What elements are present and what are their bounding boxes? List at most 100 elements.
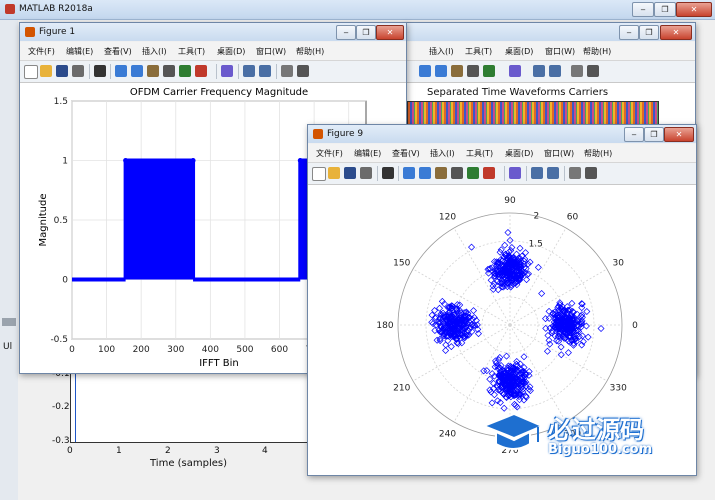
menu-desktop[interactable]: 桌面(D): [217, 46, 245, 57]
bg-figure-titlebar: ‒ ❐ ✕: [405, 23, 695, 41]
main-maximize-button[interactable]: ❐: [654, 2, 676, 17]
menu-window[interactable]: 窗口(W): [544, 148, 574, 159]
colorbar-icon[interactable]: [243, 65, 255, 77]
fig1-maximize-button[interactable]: ❐: [356, 25, 376, 40]
menu-insert[interactable]: 插入(I): [430, 148, 455, 159]
bg-ytick: -0.3: [52, 436, 70, 446]
zoom-in-icon[interactable]: [419, 65, 431, 77]
hide-tools-icon[interactable]: [281, 65, 293, 77]
brush-icon[interactable]: [483, 167, 495, 179]
toolbar-separator: [564, 166, 565, 181]
pan-icon[interactable]: [451, 65, 463, 77]
menu-file[interactable]: 文件(F): [28, 46, 55, 57]
main-window-title: MATLAB R2018a: [19, 4, 93, 14]
y-tick-label: 0.5: [54, 216, 68, 226]
legend-icon[interactable]: [259, 65, 271, 77]
new-figure-icon[interactable]: [24, 65, 38, 79]
menu-window[interactable]: 窗口(W): [256, 46, 286, 57]
bg-xlabel: Time (samples): [150, 458, 228, 469]
menu-desktop[interactable]: 桌面(D): [505, 46, 533, 57]
fig9-maximize-button[interactable]: ❐: [644, 127, 664, 142]
bgfig-minimize-button[interactable]: ‒: [619, 25, 639, 40]
menu-insert[interactable]: 插入(I): [142, 46, 167, 57]
left-splitter[interactable]: [2, 318, 16, 326]
select-arrow-icon[interactable]: [382, 167, 394, 179]
open-file-icon[interactable]: [40, 65, 52, 77]
bg-xtick: 3: [214, 446, 220, 456]
menu-help[interactable]: 帮助(H): [296, 46, 324, 57]
open-file-icon[interactable]: [328, 167, 340, 179]
bg-xtick: 2: [165, 446, 171, 456]
menu-tools[interactable]: 工具(T): [465, 46, 492, 57]
datatip-icon[interactable]: [179, 65, 191, 77]
angle-tick-label: 60: [567, 213, 579, 223]
zoom-in-icon[interactable]: [115, 65, 127, 77]
x-tick-label: 0: [69, 345, 75, 355]
main-minimize-button[interactable]: ‒: [632, 2, 654, 17]
rotate-icon[interactable]: [467, 65, 479, 77]
x-tick-label: 500: [236, 345, 253, 355]
show-tools-icon[interactable]: [587, 65, 599, 77]
zoom-out-icon[interactable]: [131, 65, 143, 77]
x-tick-label: 200: [133, 345, 150, 355]
print-icon[interactable]: [72, 65, 84, 77]
fig1-close-button[interactable]: ✕: [376, 25, 404, 40]
bg-figure-menubar: 插入(I) 工具(T) 桌面(D) 窗口(W) 帮助(H): [405, 42, 695, 61]
watermark-text: 必过源码: [548, 416, 644, 444]
print-icon[interactable]: [360, 167, 372, 179]
zoom-out-icon[interactable]: [419, 167, 431, 179]
y-tick-label: -0.5: [50, 335, 68, 345]
pan-icon[interactable]: [435, 167, 447, 179]
select-arrow-icon[interactable]: [94, 65, 106, 77]
menu-view[interactable]: 查看(V): [104, 46, 132, 57]
link-icon[interactable]: [509, 167, 521, 179]
datatip-icon[interactable]: [467, 167, 479, 179]
save-icon[interactable]: [344, 167, 356, 179]
bgfig-maximize-button[interactable]: ❐: [639, 25, 659, 40]
figure9-toolbar: [308, 163, 696, 185]
new-figure-icon[interactable]: [312, 167, 326, 181]
brush-icon[interactable]: [195, 65, 207, 77]
fig9-close-button[interactable]: ✕: [664, 127, 694, 142]
figure1-menubar: 文件(F) 编辑(E) 查看(V) 插入(I) 工具(T) 桌面(D) 窗口(W…: [20, 42, 406, 61]
colorbar-icon[interactable]: [531, 167, 543, 179]
menu-tools[interactable]: 工具(T): [178, 46, 205, 57]
fig9-minimize-button[interactable]: ‒: [624, 127, 644, 142]
menu-edit[interactable]: 编辑(E): [354, 148, 381, 159]
link-icon[interactable]: [509, 65, 521, 77]
toolbar-separator: [238, 64, 239, 79]
menu-insert[interactable]: 插入(I): [429, 46, 454, 57]
zoom-in-icon[interactable]: [403, 167, 415, 179]
menu-window[interactable]: 窗口(W): [545, 46, 575, 57]
menu-help[interactable]: 帮助(H): [583, 46, 611, 57]
menu-help[interactable]: 帮助(H): [584, 148, 612, 159]
rotate-icon[interactable]: [163, 65, 175, 77]
bgfig-close-button[interactable]: ✕: [660, 25, 692, 40]
menu-tools[interactable]: 工具(T): [466, 148, 493, 159]
angle-tick-label: 330: [610, 384, 627, 394]
fig1-minimize-button[interactable]: ‒: [336, 25, 356, 40]
datatip-icon[interactable]: [483, 65, 495, 77]
menu-edit[interactable]: 编辑(E): [66, 46, 93, 57]
radius-tick-label: 1.5: [529, 239, 543, 249]
main-close-button[interactable]: ✕: [676, 2, 712, 17]
menu-desktop[interactable]: 桌面(D): [505, 148, 533, 159]
menu-view[interactable]: 查看(V): [392, 148, 420, 159]
toolbar-separator: [89, 64, 90, 79]
hide-tools-icon[interactable]: [571, 65, 583, 77]
figure1-titlebar: Figure 1 ‒ ❐ ✕: [20, 23, 406, 41]
legend-icon[interactable]: [547, 167, 559, 179]
legend-icon[interactable]: [549, 65, 561, 77]
link-icon[interactable]: [221, 65, 233, 77]
show-tools-icon[interactable]: [297, 65, 309, 77]
save-icon[interactable]: [56, 65, 68, 77]
hide-tools-icon[interactable]: [569, 167, 581, 179]
rotate-icon[interactable]: [451, 167, 463, 179]
bg-figure-title: Separated Time Waveforms Carriers: [427, 87, 609, 98]
radius-tick-label: 2: [533, 212, 539, 222]
zoom-out-icon[interactable]: [435, 65, 447, 77]
pan-icon[interactable]: [147, 65, 159, 77]
show-tools-icon[interactable]: [585, 167, 597, 179]
colorbar-icon[interactable]: [533, 65, 545, 77]
menu-file[interactable]: 文件(F): [316, 148, 343, 159]
